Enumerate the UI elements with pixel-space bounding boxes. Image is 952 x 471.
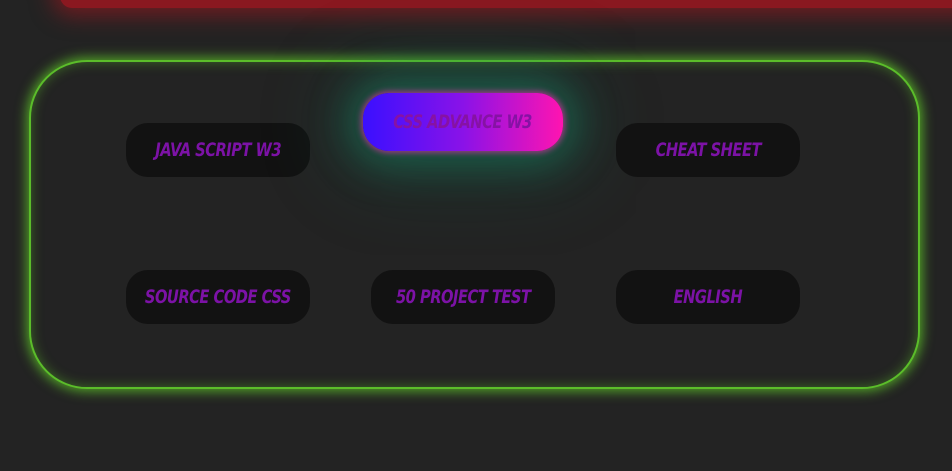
link-button-source-code-css[interactable]: SOURCE CODE CSS	[126, 270, 310, 324]
link-label: SOURCE CODE CSS	[144, 286, 292, 308]
top-bar-glow	[60, 0, 952, 8]
link-button-java-script-w3[interactable]: JAVA SCRIPT W3	[126, 123, 310, 177]
link-label: CSS ADVANCE W3	[393, 111, 533, 133]
link-label: CHEAT SHEET	[655, 139, 761, 161]
link-button-english[interactable]: ENGLISH	[616, 270, 800, 324]
link-label: ENGLISH	[673, 286, 743, 308]
link-label: JAVA SCRIPT W3	[155, 139, 281, 161]
page: JAVA SCRIPT W3 CSS ADVANCE W3 CHEAT SHEE…	[0, 0, 952, 471]
links-panel: JAVA SCRIPT W3 CSS ADVANCE W3 CHEAT SHEE…	[29, 60, 920, 389]
link-button-css-advance-w3[interactable]: CSS ADVANCE W3	[363, 93, 563, 151]
link-label: 50 PROJECT TEST	[395, 286, 531, 308]
link-button-cheat-sheet[interactable]: CHEAT SHEET	[616, 123, 800, 177]
link-button-50-project-test[interactable]: 50 PROJECT TEST	[371, 270, 555, 324]
